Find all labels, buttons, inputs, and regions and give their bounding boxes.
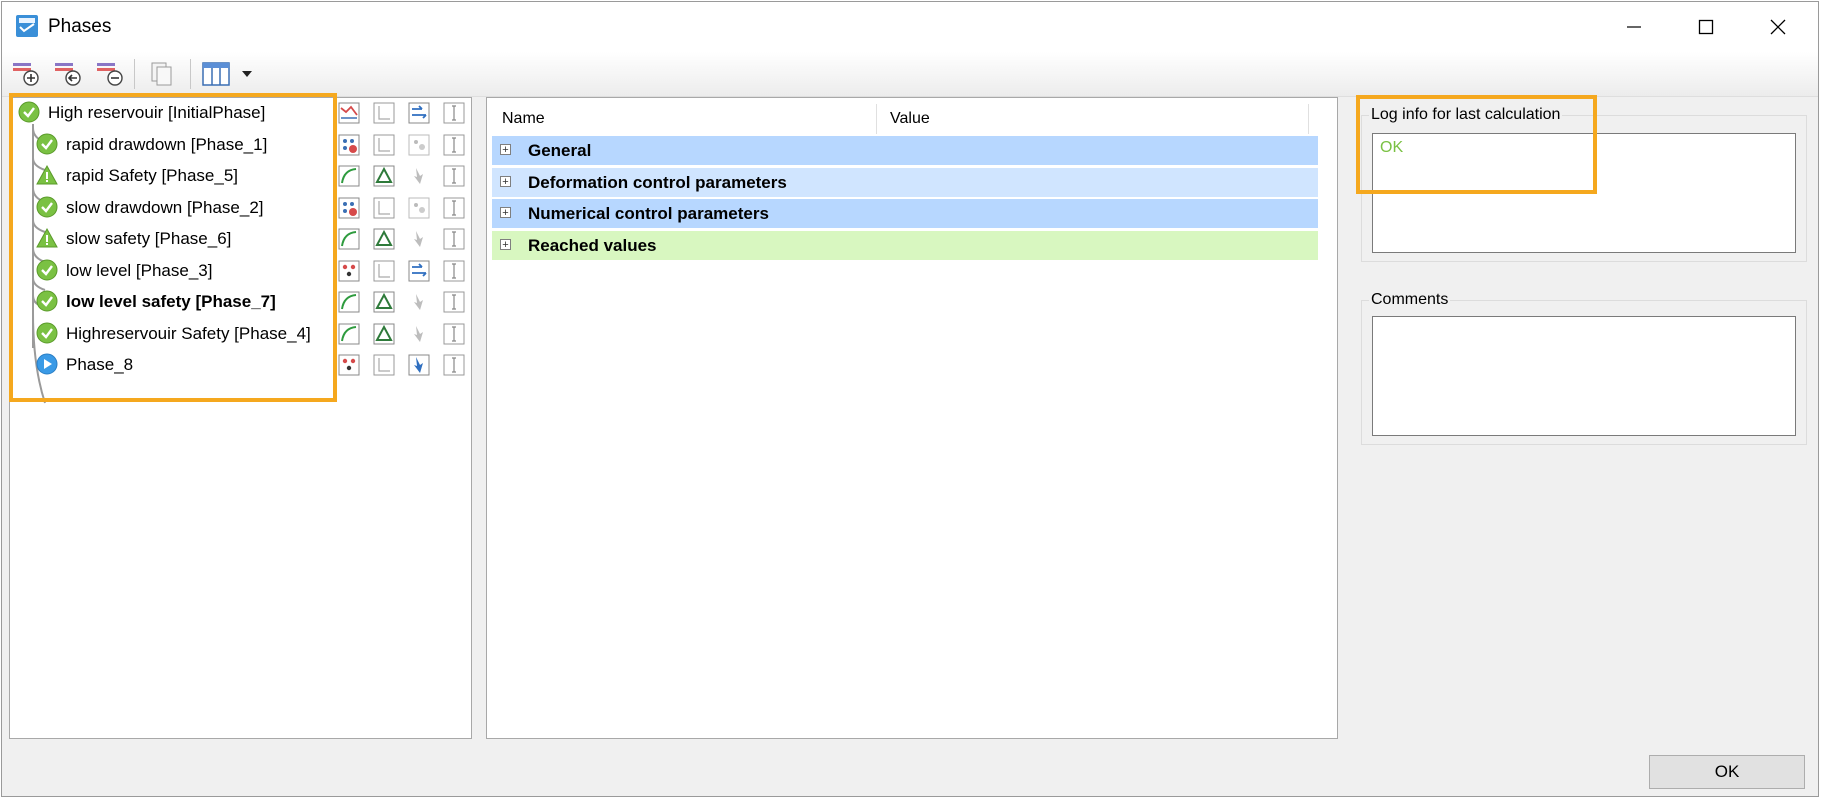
water-faded-icon[interactable] bbox=[408, 134, 430, 156]
app-icon bbox=[16, 15, 38, 37]
ruler-icon[interactable] bbox=[443, 165, 465, 187]
expand-icon[interactable]: + bbox=[500, 144, 511, 156]
flow-icon[interactable] bbox=[338, 134, 360, 156]
ruler-icon[interactable] bbox=[443, 228, 465, 250]
delete-phase-icon bbox=[97, 63, 123, 86]
phases-window: Phases High reservouir [InitialPhase] ra… bbox=[1, 1, 1819, 797]
arrow-down-icon[interactable] bbox=[408, 228, 430, 250]
add-phase-icon bbox=[13, 63, 39, 86]
consolidation-icon[interactable] bbox=[338, 323, 360, 345]
minimize-button[interactable] bbox=[1598, 2, 1670, 52]
blank-icon[interactable] bbox=[373, 102, 395, 124]
parameter-group-label: Deformation control parameters bbox=[528, 172, 787, 192]
phase-tree-highlight bbox=[9, 93, 337, 402]
consolidation-icon[interactable] bbox=[338, 165, 360, 187]
parameter-group-label: Numerical control parameters bbox=[528, 204, 769, 223]
column-header-name[interactable]: Name bbox=[502, 102, 545, 136]
comments-title: Comments bbox=[1369, 291, 1451, 309]
ruler-icon[interactable] bbox=[443, 102, 465, 124]
column-header-value[interactable]: Value bbox=[890, 102, 930, 136]
add-phase-button[interactable] bbox=[8, 58, 44, 90]
ok-button[interactable]: OK bbox=[1649, 755, 1805, 789]
copy-button[interactable] bbox=[144, 58, 180, 90]
parameter-group-row[interactable]: + General bbox=[492, 136, 1318, 165]
columns-dropdown[interactable] bbox=[238, 58, 256, 90]
water-faded-icon[interactable] bbox=[408, 197, 430, 219]
flow-icon[interactable] bbox=[338, 197, 360, 219]
toolbar bbox=[2, 52, 1818, 97]
toolbar-separator bbox=[134, 59, 135, 89]
parameters-panel: Name Value + General + Deformation control … bbox=[486, 97, 1338, 739]
parameter-group-row[interactable]: + Reached values bbox=[492, 230, 1318, 260]
parameter-group-label: General bbox=[528, 141, 592, 160]
blank-icon[interactable] bbox=[373, 197, 395, 219]
title-bar: Phases bbox=[2, 2, 1818, 52]
parameter-group-row[interactable]: + Numerical control parameters bbox=[492, 199, 1318, 228]
arrow-down-active-icon[interactable] bbox=[408, 354, 430, 376]
consolidation-icon[interactable] bbox=[338, 228, 360, 250]
table-header: Name Value bbox=[492, 102, 1318, 137]
delta-icon[interactable] bbox=[373, 291, 395, 313]
maximize-button[interactable] bbox=[1670, 2, 1742, 52]
ruler-icon[interactable] bbox=[443, 260, 465, 282]
insert-phase-button[interactable] bbox=[50, 58, 86, 90]
maximize-icon bbox=[1698, 19, 1714, 35]
consolidation-icon[interactable] bbox=[338, 291, 360, 313]
delta-icon[interactable] bbox=[373, 228, 395, 250]
ruler-icon[interactable] bbox=[443, 197, 465, 219]
comments-textarea[interactable] bbox=[1372, 316, 1796, 436]
blank-icon[interactable] bbox=[373, 134, 395, 156]
water-icon[interactable] bbox=[408, 102, 430, 124]
parameter-group-row[interactable]: + Deformation control parameters bbox=[492, 167, 1318, 197]
comments-group: Comments bbox=[1361, 291, 1807, 445]
copy-icon bbox=[151, 62, 172, 86]
ruler-icon[interactable] bbox=[443, 323, 465, 345]
ruler-icon[interactable] bbox=[443, 354, 465, 376]
columns-button[interactable] bbox=[198, 58, 234, 90]
water-icon[interactable] bbox=[408, 260, 430, 282]
insert-phase-icon bbox=[55, 63, 81, 86]
ruler-icon[interactable] bbox=[443, 134, 465, 156]
close-button[interactable] bbox=[1742, 2, 1814, 52]
window-title: Phases bbox=[48, 16, 112, 37]
log-highlight bbox=[1356, 95, 1597, 194]
delta-icon[interactable] bbox=[373, 165, 395, 187]
delta-icon[interactable] bbox=[373, 323, 395, 345]
expand-icon[interactable]: + bbox=[500, 175, 511, 187]
arrow-down-icon[interactable] bbox=[408, 165, 430, 187]
dynamic-icon[interactable] bbox=[338, 260, 360, 282]
chevron-down-icon bbox=[242, 71, 252, 77]
toolbar-separator bbox=[190, 59, 191, 89]
columns-icon bbox=[202, 62, 230, 86]
dynamic-icon[interactable] bbox=[338, 354, 360, 376]
blank-icon[interactable] bbox=[373, 260, 395, 282]
arrow-down-icon[interactable] bbox=[408, 323, 430, 345]
expand-icon[interactable]: + bbox=[500, 238, 511, 250]
parameter-group-label: Reached values bbox=[528, 235, 657, 255]
close-icon bbox=[1770, 19, 1786, 35]
arrow-down-icon[interactable] bbox=[408, 291, 430, 313]
blank-icon[interactable] bbox=[373, 354, 395, 376]
ruler-icon[interactable] bbox=[443, 291, 465, 313]
minimize-icon bbox=[1627, 26, 1641, 28]
delete-phase-button[interactable] bbox=[92, 58, 128, 90]
staged-icon[interactable] bbox=[338, 102, 360, 124]
expand-icon[interactable]: + bbox=[500, 207, 511, 219]
